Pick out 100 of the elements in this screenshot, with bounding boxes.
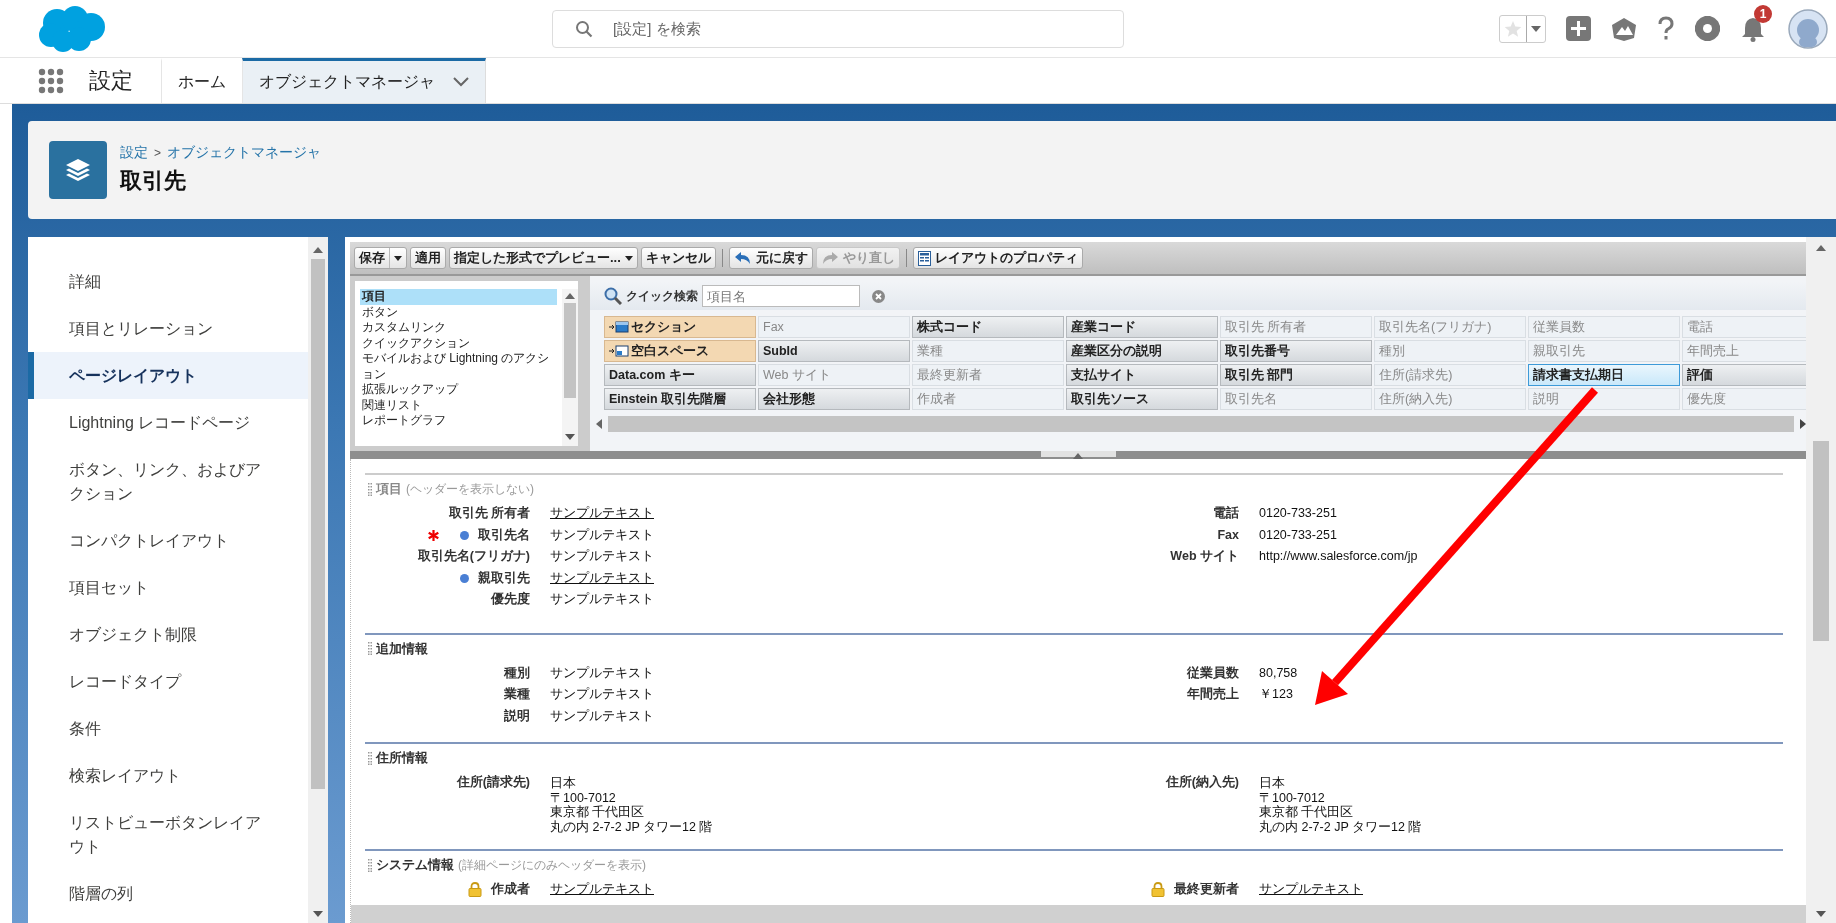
field-label: 取引先 所有者 [448,505,530,523]
field-label: 親取引先 [478,569,530,587]
scrollbar[interactable] [1806,237,1836,923]
toolbar-button[interactable]: 元に戻す [728,247,813,269]
palette-item[interactable]: 会社形態 [758,388,910,410]
palette-item[interactable]: 評価 [1682,364,1806,386]
plus-icon[interactable] [1566,16,1591,41]
field-value: 日本 [1259,776,1286,791]
nav-tab[interactable]: オブジェクトマネージャ [242,58,486,103]
redo-icon [820,251,839,265]
scrollbar[interactable] [351,905,1806,923]
breadcrumb-separator: > [154,146,161,160]
section-note: (ヘッダーを表示しない) [406,480,534,498]
sidebar-item[interactable]: 項目とリレーション [28,305,308,352]
sidebar-item[interactable]: ページレイアウト [28,352,308,399]
sidebar-item[interactable]: 項目セット [28,564,308,611]
category-item[interactable]: 項目 [360,289,557,305]
settings-icon[interactable] [1695,16,1720,41]
field-value: サンプルテキスト [550,686,654,703]
blank-space-icon [609,345,629,357]
category-item[interactable]: レポートグラフ [360,413,557,429]
sidebar-item[interactable]: ボタン、リンク、およびアクション [28,446,308,517]
field-link[interactable]: サンプルテキスト [550,879,654,901]
category-item[interactable]: ボタン [360,304,557,320]
sidebar-item[interactable]: Lightning レコードページ [28,399,308,446]
palette-item[interactable]: 産業コード [1066,316,1218,338]
palette-item[interactable]: 産業区分の説明 [1066,340,1218,362]
app-launcher-icon[interactable] [38,67,64,94]
toolbar-button[interactable]: 保存 [354,247,407,269]
field-label: Fax [1217,528,1239,543]
breadcrumb-link[interactable]: 設定 [120,144,148,162]
sidebar-item[interactable]: 条件 [28,705,308,752]
category-item[interactable]: カスタムリンク [360,320,557,336]
field-label: 住所(請求先) [456,774,530,792]
category-item[interactable]: 拡張ルックアップ [360,382,557,398]
field-label: 種別 [504,664,530,682]
splitter-handle[interactable] [1040,451,1116,457]
sidebar-item[interactable]: 階層の列 [28,870,308,917]
toolbar-button[interactable]: 指定した形式でプレビュー... [449,247,638,269]
palette-item[interactable]: 支払サイト [1066,364,1218,386]
app-name: 設定 [89,66,133,95]
sidebar-item[interactable]: コンパクトレイアウト [28,517,308,564]
field-value: 0120-733-251 [1259,526,1337,544]
category-item[interactable]: 関連リスト [360,397,557,413]
avatar-icon[interactable] [1788,8,1828,49]
palette-item[interactable]: 請求書支払期日 [1528,364,1680,386]
quick-find-label: クイック検索 [626,287,698,305]
mountain-icon[interactable] [1611,16,1637,41]
object-icon [49,141,107,199]
drag-handle-icon [368,642,372,655]
field-label: 優先度 [491,591,530,609]
section-note: (詳細ページにのみヘッダーを表示) [458,856,646,874]
field-label: 年間売上 [1187,686,1239,704]
toolbar-button[interactable]: 適用 [410,247,446,269]
palette-item[interactable]: 取引先ソース [1066,388,1218,410]
field-value: ￥123 [1259,686,1293,703]
quick-find-field[interactable]: 項目名 [702,285,860,307]
category-item[interactable]: モバイルおよび Lightning のアクション [360,351,557,382]
sidebar-item[interactable]: 検索レイアウト [28,752,308,799]
search-field[interactable]: [設定] を検索 [611,19,1081,38]
page-title: 取引先 [120,167,187,195]
search-bar[interactable]: [設定] を検索 [552,9,1124,48]
caret-icon [394,255,402,261]
palette-item[interactable]: SubId [758,340,910,362]
palette-item[interactable]: Data.com キー [604,364,756,386]
field-value: 東京都 千代田区 [550,805,646,820]
field-value: 0120-733-251 [1259,505,1337,522]
scrollbar[interactable] [562,289,578,446]
field-link[interactable]: サンプルテキスト [550,503,654,525]
palette-item[interactable]: 取引先番号 [1220,340,1372,362]
section-icon [609,321,629,333]
breadcrumb-link[interactable]: オブジェクトマネージャ [167,144,321,162]
caret-icon [1531,25,1541,32]
toolbar-button[interactable]: レイアウトのプロパティ [912,247,1083,269]
field-link[interactable]: サンプルテキスト [1259,879,1363,901]
field-value: サンプルテキスト [550,707,654,725]
help-icon[interactable] [1657,15,1675,42]
section-title: システム情報 [376,856,454,874]
field-value: 丸の内 2-7-2 JP タワー12 階 [550,819,713,834]
field-label: 取引先名(フリガナ) [417,548,530,566]
scrollbar[interactable] [596,416,1806,432]
palette-item[interactable]: 株式コード [912,316,1064,338]
scrollbar[interactable] [308,237,328,923]
properties-icon [917,250,931,266]
palette-item[interactable]: 取引先 部門 [1220,364,1372,386]
caret-icon [624,255,633,261]
clear-icon[interactable] [872,289,885,303]
chevron-down-icon [453,77,469,87]
palette-item[interactable]: 空白スペース [604,340,756,362]
palette-item[interactable]: Einstein 取引先階層 [604,388,756,410]
palette-item[interactable]: セクション [604,316,756,338]
field-link[interactable]: サンプルテキスト [550,567,654,589]
toolbar-button[interactable]: キャンセル [640,247,716,269]
field-value: サンプルテキスト [550,548,654,565]
sidebar-item[interactable]: リストビューボタンレイアウト [28,799,308,870]
sidebar-item[interactable]: 詳細 [28,258,308,305]
field-value: http://www.salesforce.com/jp [1259,548,1418,565]
sidebar-item[interactable]: レコードタイプ [28,658,308,705]
sidebar-item[interactable]: オブジェクト制限 [28,611,308,658]
category-item[interactable]: クイックアクション [360,335,557,351]
